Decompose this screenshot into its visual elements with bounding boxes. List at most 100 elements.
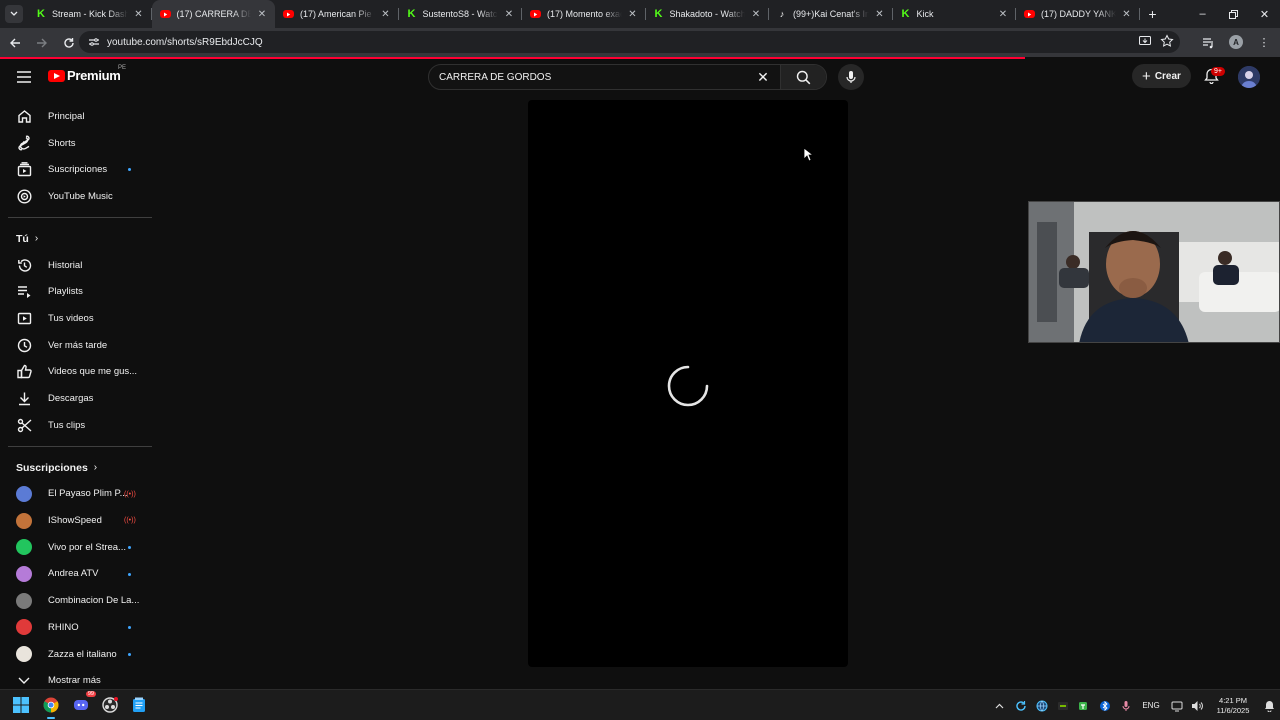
close-tab-icon[interactable]: ✕ <box>502 9 516 20</box>
notification-center-icon[interactable] <box>1258 690 1280 720</box>
close-tab-icon[interactable]: ✕ <box>996 9 1010 20</box>
back-button[interactable] <box>3 31 27 55</box>
youtube-icon <box>530 10 541 18</box>
browser-tab[interactable]: K SustentoS8 - Watch on Kick✕ <box>399 0 522 28</box>
microphone-tray-icon[interactable] <box>1115 690 1136 720</box>
subscription-channel-item[interactable]: Combinacion De La... <box>0 587 154 614</box>
browser-tab[interactable]: K Shakadoto - Watch on Kick✕ <box>646 0 769 28</box>
subscription-channel-item[interactable]: Vivo por el Strea... <box>0 534 154 561</box>
sidebar-item-descargas[interactable]: Descargas <box>0 385 154 412</box>
show-hidden-icons-chevron-icon[interactable] <box>989 690 1010 720</box>
browser-tab[interactable]: (17) DADDY YANKEE ✕ <box>1016 0 1140 28</box>
close-window-button[interactable]: ✕ <box>1249 0 1280 28</box>
obs-taskbar-icon[interactable] <box>99 694 121 716</box>
close-tab-icon[interactable]: ✕ <box>379 9 393 20</box>
chrome-taskbar-icon[interactable] <box>40 694 62 719</box>
youtube-masthead: Premium PE CARRERA DE GORDOS ✕ + Crear <box>0 59 1280 95</box>
teams-tray-icon[interactable] <box>1073 690 1094 720</box>
chevron-right-icon: › <box>93 462 98 474</box>
browser-tab[interactable]: (17) CARRERA DE GORDOS✕ <box>151 0 275 28</box>
sidebar-item-suscripciones[interactable]: Suscripciones <box>0 156 154 183</box>
sidebar-item-youtube-music[interactable]: YouTube Music <box>0 183 154 210</box>
notepad-taskbar-icon[interactable] <box>128 694 150 716</box>
browser-tab[interactable]: ♪ (99+)Kai Cenat's Insane ✕ <box>769 0 893 28</box>
nvidia-tray-icon[interactable] <box>1052 690 1073 720</box>
sync-tray-icon[interactable] <box>1010 690 1031 720</box>
search-icon <box>796 70 811 84</box>
browser-tab[interactable]: K Kick ✕ <box>893 0 1016 28</box>
search-button[interactable] <box>780 65 826 89</box>
discord-taskbar-icon[interactable]: 99 <box>70 691 96 716</box>
subscription-channel-item[interactable]: IShowSpeed ((•)) <box>0 507 154 534</box>
minimize-button[interactable]: – <box>1187 0 1218 28</box>
sidebar-item-shorts[interactable]: Shorts <box>0 130 154 157</box>
volume-tray-icon[interactable] <box>1187 690 1208 720</box>
you-section-header[interactable]: Tú › <box>0 226 154 252</box>
subscription-channel-item[interactable]: Andrea ATV <box>0 561 154 588</box>
close-tab-icon[interactable]: ✕ <box>749 9 763 20</box>
close-tab-icon[interactable]: ✕ <box>626 9 640 20</box>
address-bar[interactable]: youtube.com/shorts/sR9EbdJcCJQ <box>79 31 1180 53</box>
show-more-button[interactable]: Mostrar más <box>0 667 154 689</box>
sidebar-divider <box>8 445 152 447</box>
close-tab-icon[interactable]: ✕ <box>255 9 269 20</box>
channel-avatar <box>16 619 32 636</box>
playlists-icon <box>16 284 32 300</box>
guide-menu-icon[interactable] <box>14 68 34 86</box>
browser-menu-icon[interactable]: ⋮ <box>1254 31 1274 53</box>
create-button[interactable]: + Crear <box>1132 64 1191 88</box>
channel-avatar <box>16 512 32 529</box>
bluetooth-tray-icon[interactable] <box>1094 690 1115 720</box>
site-info-icon[interactable] <box>87 35 101 49</box>
subscription-channel-item[interactable]: El Payaso Plim P... ((•)) <box>0 481 154 508</box>
shorts-video-player[interactable] <box>528 100 848 667</box>
close-tab-icon[interactable]: ✕ <box>132 9 146 20</box>
subscription-channel-item[interactable]: Zazza el italiano <box>0 641 154 668</box>
webcam-overlay <box>1028 201 1280 343</box>
tab-title: Shakadoto - Watch on Kick <box>669 9 746 19</box>
browser-tab[interactable]: K Stream - Kick Dashboard ✕ <box>28 0 152 28</box>
browser-tab[interactable]: (17) American Pie 6 - ✕ <box>275 0 399 28</box>
bookmark-star-icon[interactable] <box>1160 34 1174 53</box>
sidebar-item-tus-clips[interactable]: Tus clips <box>0 412 154 439</box>
media-control-icon[interactable] <box>1198 31 1218 53</box>
sidebar-divider <box>8 216 152 218</box>
subscription-channel-item[interactable]: RHINO <box>0 614 154 641</box>
restore-button[interactable] <box>1218 0 1249 28</box>
forward-button[interactable] <box>30 31 54 55</box>
install-app-icon[interactable] <box>1138 34 1152 53</box>
tab-title: (17) DADDY YANKEE <box>1041 9 1116 19</box>
profile-avatar[interactable]: A <box>1226 31 1246 53</box>
sidebar-item-videos-que-me-gus[interactable]: Videos que me gus... <box>0 359 154 386</box>
subscriptions-section-header[interactable]: Suscripciones › <box>0 455 154 481</box>
youtube-icon <box>159 10 171 18</box>
sidebar-item-principal[interactable]: Principal <box>0 103 154 130</box>
wifi-tray-icon[interactable] <box>1166 690 1187 720</box>
sidebar-item-label: Playlists <box>48 286 83 298</box>
clips-icon <box>16 417 32 433</box>
sidebar-item-tus-videos[interactable]: Tus videos <box>0 305 154 332</box>
tab-search-button[interactable] <box>0 0 28 28</box>
sidebar-item-ver-m-s-tarde[interactable]: Ver más tarde <box>0 332 154 359</box>
reload-button[interactable] <box>57 31 81 55</box>
sidebar-item-label: Shorts <box>48 137 76 149</box>
voice-search-button[interactable] <box>838 64 864 90</box>
browser-tab[interactable]: (17) Momento exacto ✕ <box>522 0 646 28</box>
taskbar-clock[interactable]: 4:21 PM 11/6/2025 <box>1208 696 1258 716</box>
search-input[interactable]: CARRERA DE GORDOS <box>439 72 752 83</box>
close-tab-icon[interactable]: ✕ <box>873 9 887 20</box>
sidebar-item-historial[interactable]: Historial <box>0 252 154 279</box>
sidebar-item-label: Principal <box>48 110 85 122</box>
search-box[interactable]: CARRERA DE GORDOS ✕ <box>428 64 827 90</box>
input-language-indicator[interactable]: ENG <box>1136 690 1166 720</box>
network-globe-tray-icon[interactable] <box>1031 690 1052 720</box>
account-avatar[interactable] <box>1238 66 1260 88</box>
close-tab-icon[interactable]: ✕ <box>1120 9 1134 20</box>
subscriptions-icon <box>16 162 32 178</box>
new-tab-button[interactable]: + <box>1140 0 1166 28</box>
clear-search-icon[interactable]: ✕ <box>752 69 774 86</box>
youtube-premium-logo[interactable]: Premium PE <box>48 65 126 83</box>
music-icon <box>16 188 32 204</box>
start-button[interactable] <box>10 694 32 716</box>
sidebar-item-playlists[interactable]: Playlists <box>0 278 154 305</box>
